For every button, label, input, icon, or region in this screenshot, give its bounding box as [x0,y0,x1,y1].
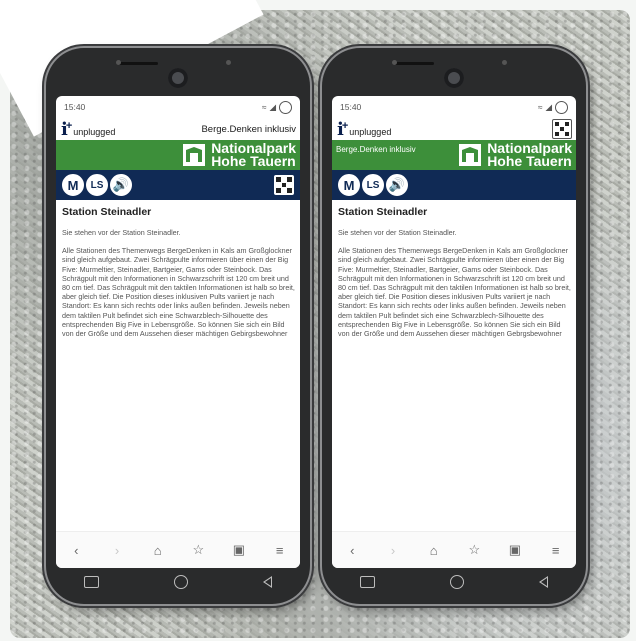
home-button-icon[interactable] [173,575,188,589]
wifi-icon: ≈ [261,102,267,112]
plus-icon: + [65,120,73,132]
recent-apps-icon[interactable] [83,576,99,588]
status-icons: ≈ ◢ [537,100,568,114]
accessibility-bar: M LS 🔊 [332,170,576,200]
wifi-icon: ≈ [537,102,543,112]
nationalpark-logo-icon [459,144,482,166]
bookmark-star-icon[interactable]: ☆ [463,542,485,558]
site-header: i + unplugged Berge.Denken inklusiv [56,118,300,140]
leichte-sprache-icon[interactable]: LS [86,174,108,196]
browser-toolbar: ‹ › ⌂ ☆ ▣ ≡ [332,531,576,568]
forward-arrow-icon[interactable]: › [106,543,128,558]
recent-apps-icon[interactable] [359,576,375,588]
audio-speaker-icon[interactable]: 🔊 [386,174,408,196]
plus-icon: + [341,120,349,132]
np-line2: Hohe Tauern [487,153,572,169]
battery-icon [279,100,292,114]
status-time: 15:40 [340,102,362,112]
sensor [392,60,397,65]
qr-code-icon[interactable] [274,175,294,195]
status-bar: 15:40 ≈ ◢ [56,96,300,118]
page-title: Station Steinadler [338,206,428,218]
page-content: Station Steinadler Sie stehen vor der St… [332,200,576,338]
browser-toolbar: ‹ › ⌂ ☆ ▣ ≡ [56,531,300,568]
leichte-sprache-icon[interactable]: LS [362,174,384,196]
sensor [116,60,121,65]
sensor [502,60,507,65]
np-line2: Hohe Tauern [211,153,296,169]
earpiece [394,62,434,65]
m-badge-icon[interactable]: M [338,174,360,196]
nationalpark-banner[interactable]: Nationalpark Hohe Tauern [56,140,300,170]
signal-icon: ◢ [545,101,552,112]
navigation-keys [46,568,310,596]
page-content: Station Steinadler Sie stehen vor der St… [56,200,300,338]
front-camera [168,68,188,88]
status-bar: 15:40 ≈ ◢ [332,96,576,118]
back-arrow-icon[interactable]: ‹ [341,543,363,558]
unplugged-logo[interactable]: i + unplugged [61,120,116,139]
audio-speaker-icon[interactable]: 🔊 [110,174,132,196]
screen: 15:40 ≈ ◢ i + unplugged Berge.Denken ink… [332,96,576,568]
signal-icon: ◢ [269,101,276,112]
back-arrow-icon[interactable]: ‹ [65,543,87,558]
home-icon[interactable]: ⌂ [423,543,445,558]
sensor [226,60,231,65]
phone-right: 15:40 ≈ ◢ i + unplugged Berge.Denken ink… [322,48,586,604]
status-time: 15:40 [64,102,86,112]
back-button-icon[interactable] [539,576,549,588]
qr-code-icon[interactable] [552,119,572,139]
menu-icon[interactable]: ≡ [545,543,567,558]
screen: 15:40 ≈ ◢ i + unplugged Berge.Denken ink… [56,96,300,568]
earpiece [118,62,158,65]
nationalpark-banner[interactable]: Berge.Denken inklusiv Nationalpark Hohe … [332,140,576,170]
bookmark-star-icon[interactable]: ☆ [187,542,209,558]
forward-arrow-icon[interactable]: › [382,543,404,558]
front-camera [444,68,464,88]
intro-text: Sie stehen vor der Station Steinadler. [62,228,181,237]
site-header: i + unplugged [332,118,576,140]
home-icon[interactable]: ⌂ [147,543,169,558]
berge-denken-link[interactable]: Berge.Denken inklusiv [336,145,416,154]
menu-icon[interactable]: ≡ [269,543,291,558]
logo-text: unplugged [73,127,116,137]
intro-text: Sie stehen vor der Station Steinadler. [338,228,457,237]
tabs-icon[interactable]: ▣ [228,542,250,558]
tabs-icon[interactable]: ▣ [504,542,526,558]
unplugged-logo[interactable]: i + unplugged [337,120,392,139]
m-badge-icon[interactable]: M [62,174,84,196]
header-link[interactable]: Berge.Denken inklusiv [201,124,296,135]
logo-text: unplugged [349,127,392,137]
navigation-keys [322,568,586,596]
status-icons: ≈ ◢ [261,100,292,114]
body-text: Alle Stationen des Themenwegs BergeDenke… [338,246,571,339]
body-text: Alle Stationen des Themenwegs BergeDenke… [62,246,295,339]
battery-icon [555,100,568,114]
accessibility-bar: M LS 🔊 [56,170,300,200]
page-title: Station Steinadler [62,206,152,218]
phone-left: 15:40 ≈ ◢ i + unplugged Berge.Denken ink… [46,48,310,604]
home-button-icon[interactable] [449,575,464,589]
nationalpark-logo-icon [183,144,206,166]
back-button-icon[interactable] [263,576,273,588]
